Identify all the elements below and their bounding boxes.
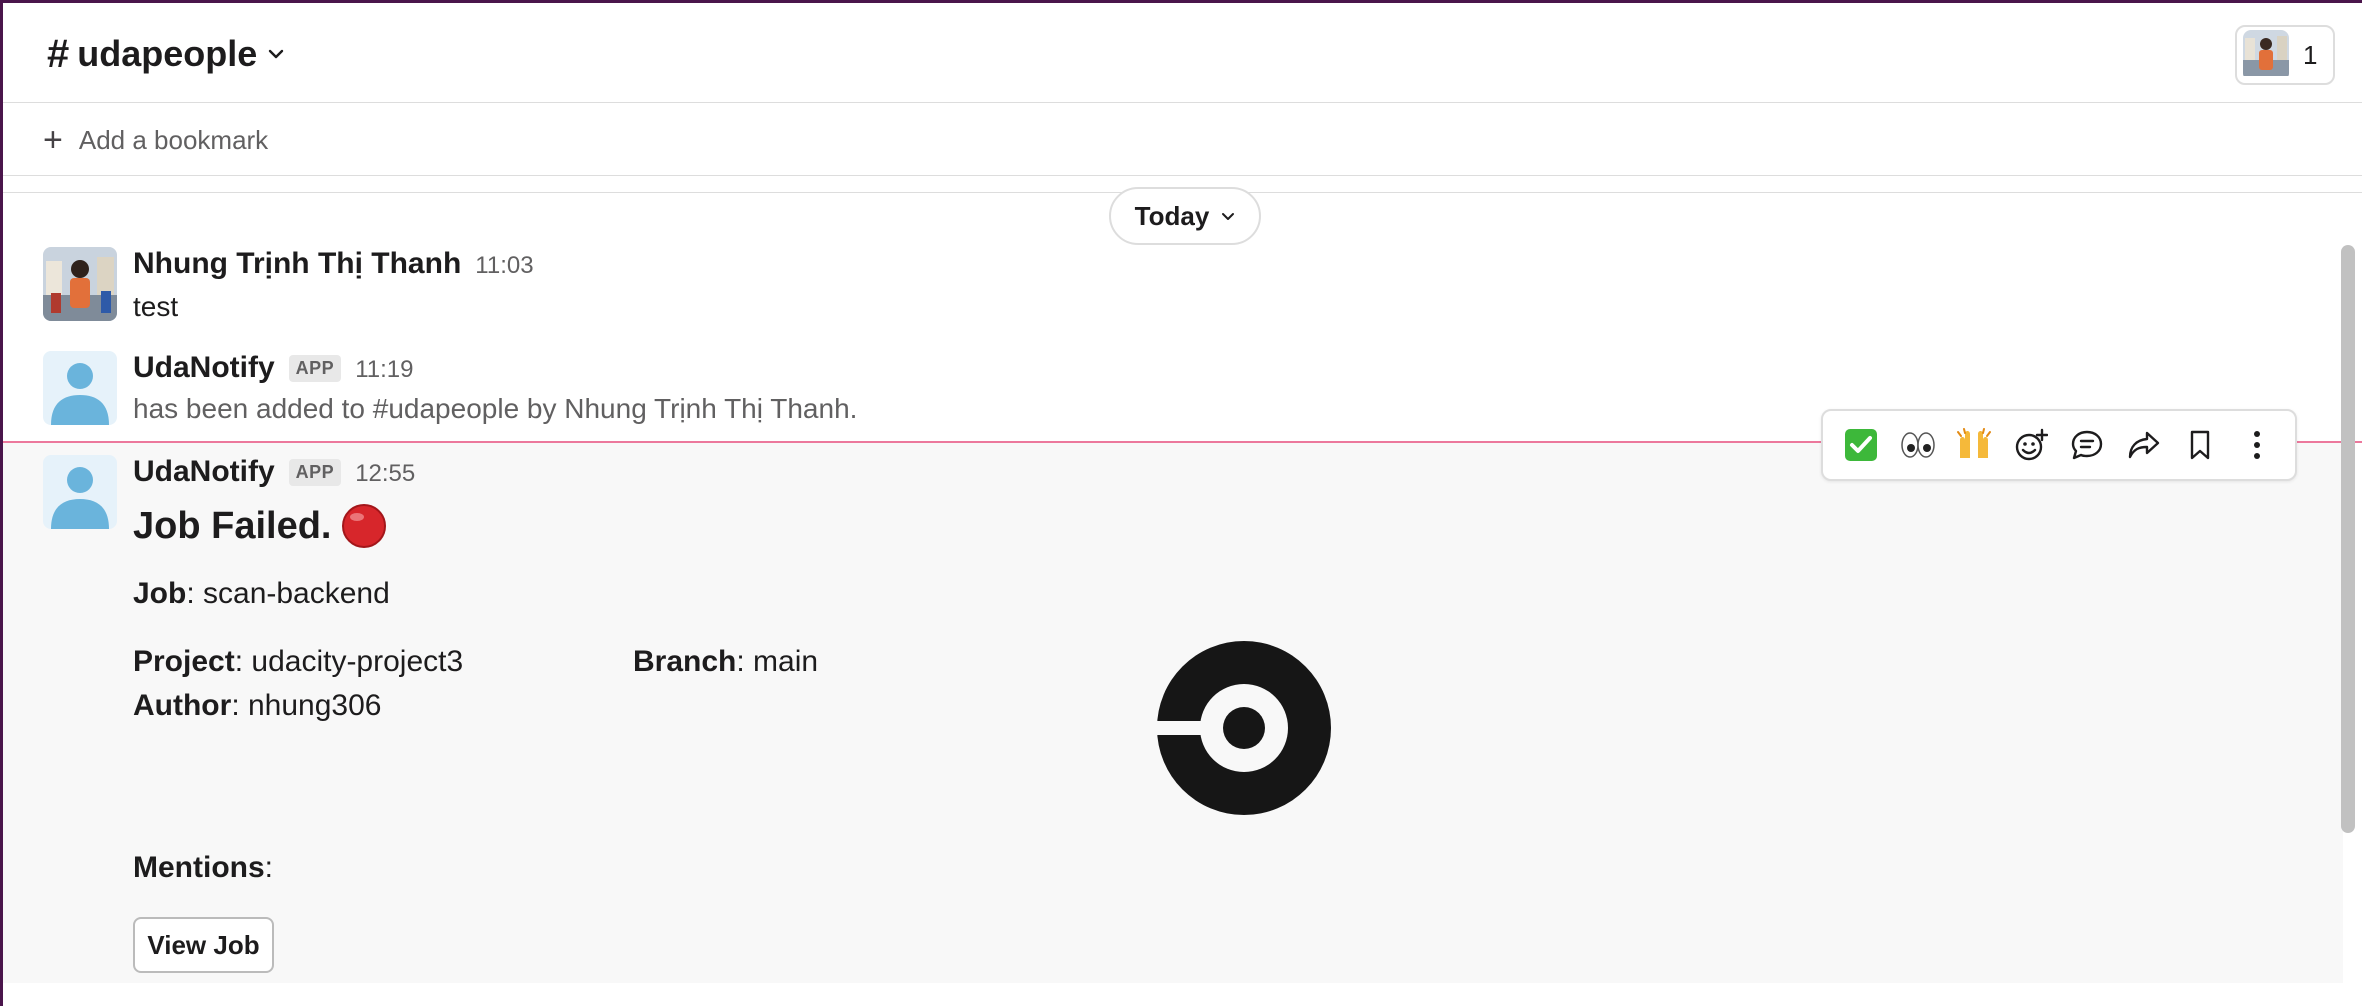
author-name[interactable]: Nhung Trịnh Thị Thanh <box>133 247 461 281</box>
scrollbar[interactable] <box>2341 245 2355 833</box>
jump-to-date-button[interactable]: Today <box>1109 187 1261 245</box>
branch-field: Branch: main <box>633 645 818 679</box>
channel-name: udapeople <box>77 33 258 74</box>
app-badge: APP <box>288 355 342 382</box>
job-status-heading: Job Failed. <box>133 503 387 549</box>
message-meta: UdaNotify APP 12:55 <box>133 455 415 489</box>
message-meta: UdaNotify APP 11:19 <box>133 351 413 385</box>
avatar[interactable] <box>43 247 117 321</box>
circleci-logo-icon <box>1157 641 1331 815</box>
save-bookmark-icon[interactable] <box>2172 415 2229 475</box>
job-value: : scan-backend <box>186 577 390 610</box>
mentions-label: Mentions <box>133 851 265 884</box>
forward-icon[interactable] <box>2116 415 2173 475</box>
branch-value: : main <box>736 645 819 678</box>
avatar[interactable] <box>43 455 117 529</box>
author-name[interactable]: UdaNotify <box>133 351 275 385</box>
channel-name-button[interactable]: # udapeople <box>47 29 287 79</box>
project-label: Project <box>133 645 235 678</box>
add-bookmark-button[interactable]: + Add a bookmark <box>43 120 268 160</box>
day-label: Today <box>1134 200 1210 231</box>
plus-icon: + <box>43 121 63 159</box>
timestamp[interactable]: 12:55 <box>355 460 415 488</box>
white-check-mark-icon[interactable] <box>1833 415 1890 475</box>
job-label: Job <box>133 577 187 610</box>
project-field: Project: udacity-project3 <box>133 645 463 679</box>
job-status-text: Job Failed. <box>133 504 332 547</box>
channel-header: # udapeople 1 <box>3 3 2362 103</box>
mentions-field: Mentions: <box>133 851 273 885</box>
project-value: : udacity-project3 <box>234 645 464 678</box>
message-list: Today Nhung Trịnh Thị Thanh 11:03 test U… <box>3 177 2362 1006</box>
slack-window: # udapeople 1 + Add a bookmark Today Nhu… <box>0 0 2362 1006</box>
author-value: : nhung306 <box>231 689 382 722</box>
reply-in-thread-icon[interactable] <box>2059 415 2116 475</box>
raised-hands-icon[interactable] <box>1946 415 2003 475</box>
more-actions-icon[interactable] <box>2229 415 2286 475</box>
mentions-value: : <box>264 851 274 884</box>
chevron-down-icon <box>265 43 287 65</box>
message-text: test <box>133 291 179 322</box>
message-meta: Nhung Trịnh Thị Thanh 11:03 <box>133 247 534 281</box>
add-reaction-icon[interactable] <box>2003 415 2060 475</box>
author-field: Author: nhung306 <box>133 689 381 723</box>
app-badge: APP <box>288 459 342 486</box>
member-count-button[interactable]: 1 <box>2235 25 2335 85</box>
timestamp[interactable]: 11:03 <box>475 252 533 280</box>
chevron-down-icon <box>1222 212 1235 220</box>
timestamp[interactable]: 11:19 <box>355 356 413 384</box>
bookmark-bar: + Add a bookmark <box>3 104 2362 176</box>
add-bookmark-label: Add a bookmark <box>78 124 269 155</box>
channel-hash: # <box>47 32 70 76</box>
avatar[interactable] <box>43 351 117 425</box>
message-actions-toolbar <box>1821 409 2297 481</box>
job-field: Job: scan-backend <box>133 577 390 611</box>
view-job-button[interactable]: View Job <box>133 917 274 973</box>
author-label: Author <box>133 689 232 722</box>
red-circle-icon <box>342 504 387 548</box>
member-count: 1 <box>2303 39 2318 70</box>
eyes-icon[interactable] <box>1890 415 1947 475</box>
member-avatar <box>2243 29 2289 81</box>
branch-label: Branch <box>633 645 737 678</box>
author-name[interactable]: UdaNotify <box>133 455 275 489</box>
system-message-text: has been added to #udapeople by Nhung Tr… <box>133 393 858 424</box>
